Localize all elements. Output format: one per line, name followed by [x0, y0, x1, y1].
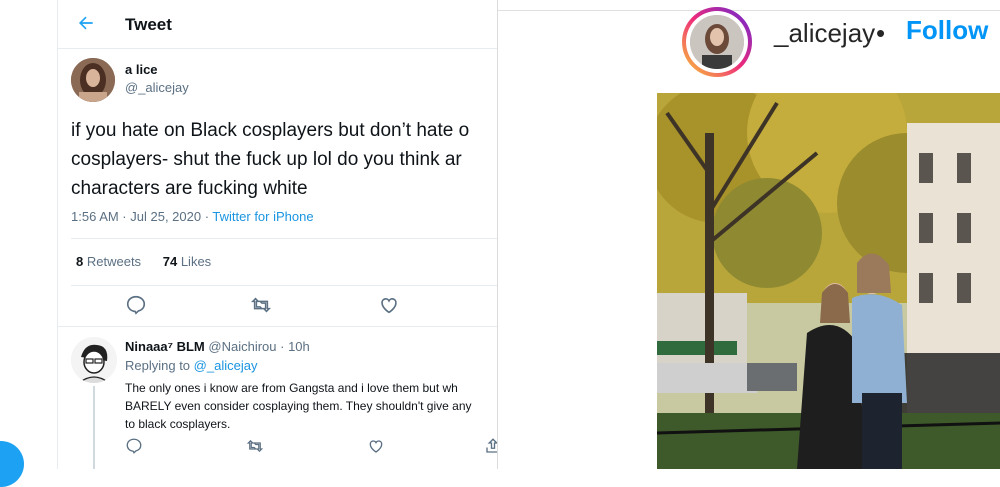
author-handle[interactable]: @_alicejay [125, 80, 189, 95]
twitter-tweet-panel: Tweet a lice @_alicejay if you hate on B… [57, 0, 498, 469]
story-ring[interactable] [682, 7, 752, 77]
retweet-count: 8 [76, 254, 84, 269]
tweet-text-line: cosplayers- shut the fuck up lol do you … [71, 149, 462, 170]
tweet-text-line: if you hate on Black cosplayers but don’… [71, 120, 470, 141]
follow-button[interactable]: Follow [906, 15, 988, 46]
replying-to-label: Replying to [125, 358, 191, 373]
retweets-label: Retweets [86, 254, 142, 269]
tweet-stats: 8 Retweets 74 Likes [76, 254, 211, 269]
author-name[interactable]: a lice [125, 62, 158, 77]
tweet-timestamp[interactable]: 1:56 AM · Jul 25, 2020 · [71, 209, 209, 224]
reply-text-line: BARELY even consider cosplaying them. Th… [125, 399, 472, 413]
reply-icon[interactable] [125, 294, 147, 316]
reply-text: The only ones i know are from Gangsta an… [125, 379, 498, 433]
like-icon[interactable] [367, 437, 385, 455]
back-arrow-icon[interactable] [76, 13, 96, 33]
reply-author-avatar[interactable] [71, 337, 117, 383]
thread-line [93, 386, 95, 469]
tweet-meta: 1:56 AM · Jul 25, 2020 · Twitter for iPh… [71, 209, 314, 224]
retweet-icon[interactable] [246, 437, 264, 455]
like-icon[interactable] [378, 294, 400, 316]
reply-text-line: The only ones i know are from Gangsta an… [125, 381, 458, 395]
separator-dot: • [876, 18, 886, 48]
instagram-post-panel: _alicejay • Follow [497, 0, 1000, 469]
divider [71, 238, 498, 239]
retweet-icon[interactable] [250, 294, 272, 316]
share-icon[interactable] [484, 437, 498, 455]
reply-header: Ninaaa⁷ BLM @Naichirou · 10h [125, 339, 310, 354]
likes-stat[interactable]: 74 Likes [163, 254, 211, 269]
replying-to-link[interactable]: @_alicejay [194, 358, 258, 373]
post-photo[interactable] [657, 93, 1000, 469]
reply-text-line: to black cosplayers. [125, 417, 231, 431]
tweet-source-link[interactable]: Twitter for iPhone [212, 209, 313, 224]
likes-label: Likes [180, 254, 212, 269]
reply-author-name[interactable]: Ninaaa⁷ BLM [125, 339, 205, 354]
story-ring-inner [686, 11, 748, 73]
tweet-text: if you hate on Black cosplayers but don’… [71, 116, 498, 203]
left-sidebar-gutter [0, 0, 57, 469]
tweet-text-line: characters are fucking white [71, 178, 308, 199]
reply-icon[interactable] [125, 437, 143, 455]
reply-author-handle[interactable]: @Naichirou [208, 339, 276, 354]
reply-time[interactable]: · 10h [280, 339, 310, 354]
divider [58, 326, 498, 327]
retweets-stat[interactable]: 8 Retweets [76, 254, 141, 269]
replying-to: Replying to @_alicejay [125, 358, 257, 373]
page-title: Tweet [125, 15, 172, 34]
divider [71, 285, 498, 286]
divider [498, 10, 1000, 11]
author-avatar[interactable] [71, 58, 115, 102]
profile-username[interactable]: _alicejay [774, 18, 875, 49]
profile-avatar[interactable] [690, 15, 744, 69]
tweet-header: Tweet [58, 0, 498, 49]
like-count: 74 [162, 254, 178, 269]
